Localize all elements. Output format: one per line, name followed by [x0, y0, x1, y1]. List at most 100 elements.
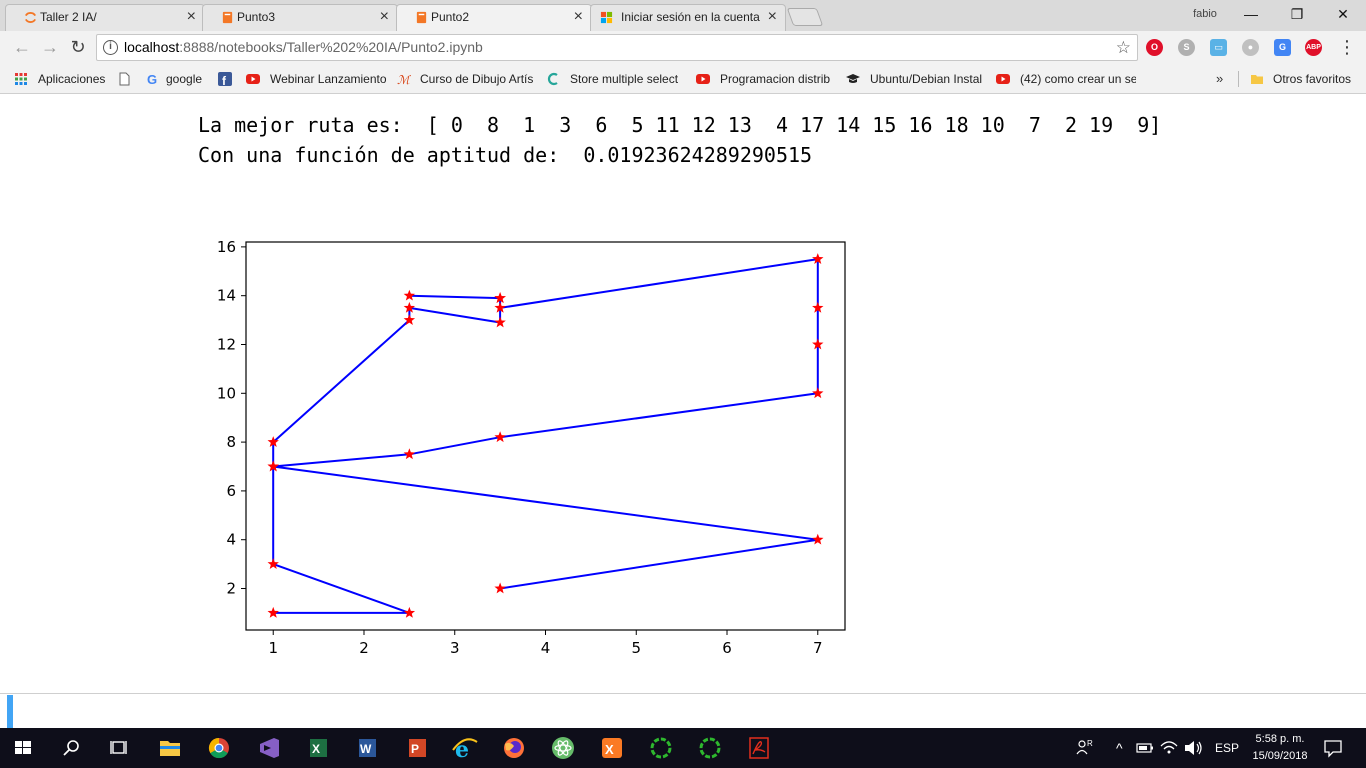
profile-button[interactable]: fabio [1185, 4, 1225, 24]
bookmarks-overflow-button[interactable]: » [1216, 64, 1223, 94]
bookmark-aplicaciones[interactable]: Aplicaciones [14, 64, 114, 94]
bookmark-como-crear[interactable]: (42) como crear un se [996, 64, 1136, 94]
chevron-up-icon[interactable]: ^ [1116, 728, 1123, 768]
youtube-icon [246, 74, 260, 84]
menu-icon[interactable]: ⋮ [1338, 35, 1356, 59]
spinner-icon[interactable] [690, 732, 730, 764]
tab-iniciar-sesion[interactable]: Iniciar sesión en la cuenta × [590, 4, 786, 31]
bookmark-webinar[interactable]: Webinar Lanzamiento [246, 64, 386, 94]
back-button[interactable]: ← [10, 35, 34, 59]
route-markers [267, 253, 824, 618]
route-lines [272, 258, 819, 614]
google-icon: G [147, 72, 157, 86]
extension-icon[interactable]: ● [1242, 39, 1259, 56]
notifications-icon[interactable] [1318, 732, 1348, 764]
visual-studio-icon[interactable] [249, 732, 289, 764]
bookmark-store-multiple[interactable]: Store multiple select [546, 64, 684, 94]
clock[interactable]: 5:58 p. m. 15/09/2018 [1248, 731, 1312, 765]
windows-taskbar: X W P e X R ^ ESP 5:58 p. m. 15/09/2018 [0, 728, 1366, 768]
people-icon[interactable]: R [1070, 732, 1100, 764]
translate-icon[interactable]: G [1274, 39, 1291, 56]
route-point [403, 289, 416, 301]
url-text[interactable]: localhost:8888/notebooks/Taller%202%20IA… [124, 35, 483, 60]
volume-icon[interactable] [1182, 732, 1206, 764]
forward-button[interactable]: → [38, 35, 62, 59]
search-icon[interactable] [51, 732, 91, 764]
bookmark-page[interactable] [117, 64, 137, 94]
word-icon[interactable]: W [347, 732, 387, 764]
youtube-icon [696, 74, 710, 84]
bookmarks-bar: Aplicaciones G google f Webinar Lanzamie… [0, 64, 1366, 94]
route-point [494, 582, 506, 594]
internet-explorer-icon[interactable]: e [445, 732, 485, 764]
tab-strip: Taller 2 IA/ × Punto3 × Punto2 × Iniciar… [0, 0, 1366, 31]
x-tick-label: 7 [813, 639, 823, 657]
wifi-icon[interactable] [1158, 732, 1180, 764]
route-plot: 1 2 3 4 5 6 7246810121416 [217, 238, 846, 657]
clock-date: 15/09/2018 [1252, 750, 1308, 762]
file-explorer-icon[interactable] [150, 732, 190, 764]
output-fitness: Con una función de aptitud de: 0.0192362… [198, 143, 813, 167]
tab-label: Punto2 [431, 10, 470, 24]
close-window-button[interactable]: ✕ [1320, 0, 1366, 28]
svg-text:ℳ: ℳ [397, 73, 411, 86]
spinner-icon[interactable] [641, 732, 681, 764]
firefox-icon[interactable] [494, 732, 534, 764]
page-icon [119, 72, 130, 86]
reload-button[interactable]: ↻ [66, 35, 90, 59]
info-icon[interactable]: i [103, 40, 118, 55]
selected-cell-marker[interactable] [7, 695, 13, 728]
route-point [403, 606, 416, 618]
notebook-icon [416, 11, 427, 24]
svg-text:G: G [147, 72, 157, 86]
clock-time: 5:58 p. m. [1255, 733, 1305, 745]
acrobat-icon[interactable] [739, 732, 779, 764]
y-tick-label: 8 [226, 433, 236, 451]
close-icon[interactable]: × [768, 5, 777, 29]
opera-icon[interactable]: O [1146, 39, 1163, 56]
route-point [494, 316, 506, 328]
battery-icon[interactable] [1134, 732, 1156, 764]
language-indicator[interactable]: ESP [1215, 728, 1239, 768]
bookmark-otros-favoritos[interactable]: Otros favoritos [1250, 64, 1362, 94]
chrome-icon[interactable] [199, 732, 239, 764]
tab-punto2[interactable]: Punto2 × [396, 4, 592, 31]
new-tab-button[interactable] [786, 8, 824, 26]
minimize-button[interactable]: — [1228, 0, 1274, 28]
powerpoint-icon[interactable]: P [397, 732, 437, 764]
skype-icon[interactable]: S [1178, 39, 1195, 56]
tab-punto3[interactable]: Punto3 × [202, 4, 398, 31]
tick-labels: 1 2 3 4 5 6 7246810121416 [217, 238, 823, 657]
excel-icon[interactable]: X [298, 732, 338, 764]
route-point [267, 558, 279, 569]
svg-text:X: X [312, 742, 320, 756]
divider [1238, 71, 1239, 87]
windows-start-icon[interactable] [3, 732, 43, 764]
restore-button[interactable]: ❐ [1274, 0, 1320, 28]
close-icon[interactable]: × [574, 5, 583, 29]
x-tick-label: 2 [359, 639, 369, 657]
bookmark-curso-dibujo[interactable]: ℳ Curso de Dibujo Artís [397, 64, 535, 94]
tab-taller-2-ia[interactable]: Taller 2 IA/ × [5, 4, 205, 31]
route-point [403, 448, 416, 460]
task-view-icon[interactable] [99, 732, 139, 764]
bookmark-facebook[interactable]: f [218, 64, 240, 94]
apps-grid-icon [15, 73, 27, 85]
xampp-icon[interactable]: X [592, 732, 632, 764]
bookmark-google[interactable]: G google [146, 64, 216, 94]
close-icon[interactable]: × [187, 5, 196, 29]
folder-icon [1251, 75, 1263, 84]
svg-text:P: P [411, 742, 419, 756]
bookmark-ubuntu[interactable]: Ubuntu/Debian Instal [846, 64, 984, 94]
y-tick-label: 4 [226, 531, 236, 549]
svg-text:W: W [360, 742, 372, 756]
adblock-plus-icon[interactable]: ABP [1305, 39, 1322, 56]
route-point [267, 606, 279, 618]
address-bar[interactable]: i localhost:8888/notebooks/Taller%202%20… [96, 34, 1138, 61]
bookmark-programacion[interactable]: Programacion distrib [696, 64, 834, 94]
cast-icon[interactable]: ▭ [1210, 39, 1227, 56]
route-line [272, 258, 819, 614]
bookmark-star-icon[interactable]: ☆ [1116, 35, 1131, 60]
atom-icon[interactable] [543, 732, 583, 764]
close-icon[interactable]: × [380, 5, 389, 29]
